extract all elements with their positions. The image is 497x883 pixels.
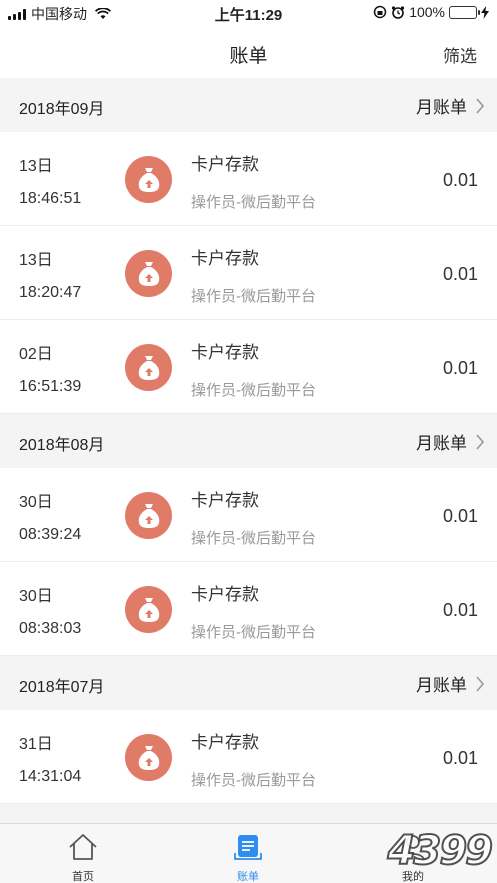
bill-icon <box>234 835 262 860</box>
home-icon <box>69 834 97 860</box>
status-bar: 中国移动 上午11:29 100% <box>0 0 497 26</box>
page-title: 账单 <box>229 46 268 67</box>
monthly-bill-label: 月账单 <box>416 434 467 453</box>
chevron-right-icon <box>476 97 485 114</box>
transaction-row[interactable]: 30日 08:39:24 卡户存款 操作员-微后勤平台 0.01 <box>0 468 497 562</box>
monthly-bill-link[interactable]: 月账单 <box>416 671 485 696</box>
tx-day: 13日 <box>19 158 53 175</box>
nav-bar: 账单 筛选 <box>0 26 497 78</box>
rotation-lock-icon <box>373 5 387 19</box>
monthly-bill-link[interactable]: 月账单 <box>416 93 485 118</box>
alarm-icon <box>392 6 405 19</box>
tx-amount: 0.01 <box>442 170 478 190</box>
tx-day: 30日 <box>19 494 53 511</box>
chevron-right-icon <box>476 433 485 450</box>
tx-amount: 0.01 <box>442 358 478 378</box>
money-bag-icon <box>125 492 172 539</box>
month-header: 2018年08月 月账单 <box>0 414 497 468</box>
battery-percent: 100% <box>409 4 445 20</box>
charging-icon <box>481 5 489 19</box>
transaction-row[interactable]: 13日 18:46:51 卡户存款 操作员-微后勤平台 0.01 <box>0 132 497 226</box>
tx-day: 30日 <box>19 588 53 605</box>
tx-day: 13日 <box>19 252 53 269</box>
tx-title: 卡户存款 <box>191 491 259 510</box>
tx-operator: 操作员-微后勤平台 <box>191 530 316 547</box>
tx-amount: 0.01 <box>442 748 478 768</box>
bill-list[interactable]: 2018年09月 月账单 13日 18:46:51 卡户存款 操作员-微后勤平台… <box>0 78 497 823</box>
tx-operator: 操作员-微后勤平台 <box>191 624 316 641</box>
tx-time: 16:51:39 <box>19 378 82 395</box>
tab-bill-label: 账单 <box>237 871 259 883</box>
month-header: 2018年09月 月账单 <box>0 78 497 132</box>
tx-time: 08:39:24 <box>19 526 82 543</box>
tx-operator: 操作员-微后勤平台 <box>191 288 316 305</box>
tx-title: 卡户存款 <box>191 343 259 362</box>
watermark-logo: 4399 <box>387 827 494 875</box>
month-label: 2018年07月 <box>19 679 105 696</box>
tab-bill[interactable]: 账单 <box>198 824 298 883</box>
tx-amount: 0.01 <box>442 506 478 526</box>
tx-title: 卡户存款 <box>191 249 259 268</box>
month-label: 2018年08月 <box>19 437 105 454</box>
tab-home[interactable]: 首页 <box>33 824 133 883</box>
tx-amount: 0.01 <box>442 264 478 284</box>
tx-day: 31日 <box>19 736 53 753</box>
tx-time: 14:31:04 <box>19 768 82 785</box>
money-bag-icon <box>125 250 172 297</box>
month-label: 2018年09月 <box>19 101 105 118</box>
tx-time: 18:20:47 <box>19 284 82 301</box>
transaction-row[interactable]: 13日 18:20:47 卡户存款 操作员-微后勤平台 0.01 <box>0 226 497 320</box>
tx-title: 卡户存款 <box>191 155 259 174</box>
money-bag-icon <box>125 586 172 633</box>
battery-icon <box>449 5 480 19</box>
money-bag-icon <box>125 734 172 781</box>
transaction-row[interactable]: 30日 08:38:03 卡户存款 操作员-微后勤平台 0.01 <box>0 562 497 656</box>
chevron-right-icon <box>476 675 485 692</box>
tx-title: 卡户存款 <box>191 585 259 604</box>
tx-operator: 操作员-微后勤平台 <box>191 194 316 211</box>
tx-title: 卡户存款 <box>191 733 259 752</box>
monthly-bill-label: 月账单 <box>416 676 467 695</box>
month-header: 2018年07月 月账单 <box>0 656 497 710</box>
money-bag-icon <box>125 156 172 203</box>
transaction-row[interactable]: 02日 16:51:39 卡户存款 操作员-微后勤平台 0.01 <box>0 320 497 414</box>
tx-operator: 操作员-微后勤平台 <box>191 382 316 399</box>
tx-day: 02日 <box>19 346 53 363</box>
tx-time: 08:38:03 <box>19 620 82 637</box>
monthly-bill-label: 月账单 <box>416 98 467 117</box>
tx-operator: 操作员-微后勤平台 <box>191 772 316 789</box>
money-bag-icon <box>125 344 172 391</box>
filter-button[interactable]: 筛选 <box>443 42 477 67</box>
monthly-bill-link[interactable]: 月账单 <box>416 429 485 454</box>
transaction-row[interactable]: 31日 14:31:04 卡户存款 操作员-微后勤平台 0.01 <box>0 710 497 804</box>
tx-time: 18:46:51 <box>19 190 82 207</box>
tx-amount: 0.01 <box>442 600 478 620</box>
tab-home-label: 首页 <box>72 871 94 883</box>
